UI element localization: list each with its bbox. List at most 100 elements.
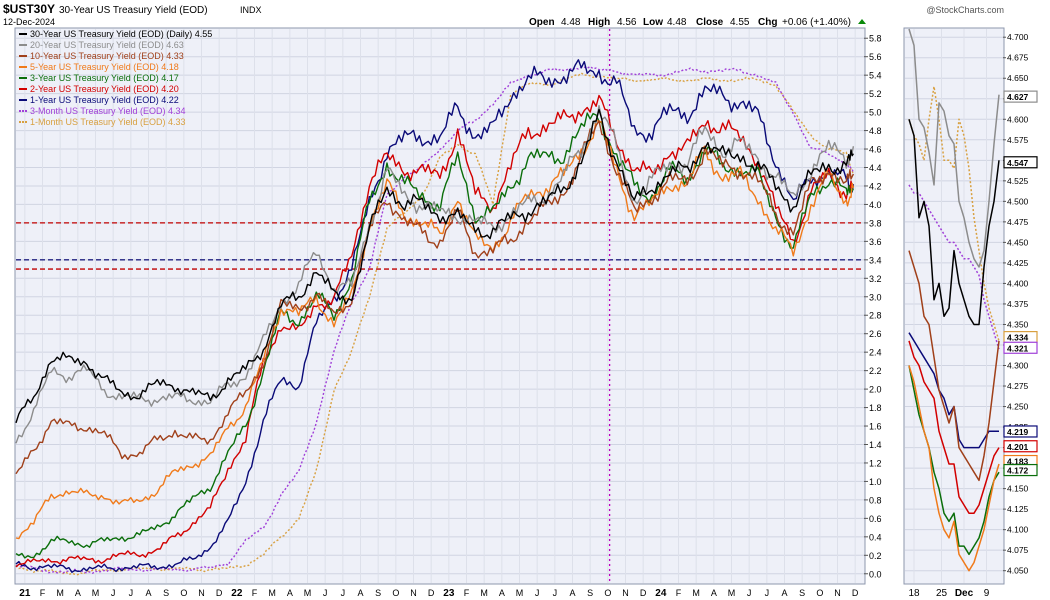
x-tick-label: M <box>516 588 524 598</box>
x-tick-label: J <box>323 588 328 598</box>
value-label-text: 4.627 <box>1007 92 1029 102</box>
value-label-text: 4.547 <box>1007 158 1029 168</box>
high-value: 4.56 <box>617 17 637 28</box>
y-tick-label: 4.350 <box>1007 319 1029 329</box>
x-tick-label: A <box>75 588 81 598</box>
y-tick-label: 2.4 <box>869 348 882 358</box>
value-label: 4.172 <box>1003 463 1038 477</box>
x-tick-label: F <box>464 588 470 598</box>
x-tick-label: M <box>268 588 276 598</box>
x-tick-label: 22 <box>231 588 243 599</box>
y-tick-label: 2.0 <box>869 385 882 395</box>
legend-entry: 20-Year US Treasury Yield (EOD) 4.63 <box>30 40 184 50</box>
watermark-label: @StockCharts.com <box>926 5 1004 15</box>
x-tick-label: J <box>111 588 116 598</box>
value-label-text: 4.219 <box>1007 427 1029 437</box>
x-tick-label: 21 <box>19 588 31 599</box>
x-tick-label: A <box>357 588 363 598</box>
value-label-text: 4.172 <box>1007 466 1029 476</box>
close-value: 4.55 <box>730 17 750 28</box>
x-tick-label: F <box>676 588 682 598</box>
y-tick-label: 4.300 <box>1007 361 1029 371</box>
y-tick-label: 4.125 <box>1007 504 1029 514</box>
legend-entry: 3-Month US Treasury Yield (EOD) 4.34 <box>30 106 186 116</box>
x-tick-label: M <box>304 588 312 598</box>
treasury-yield-chart: $UST30Y 30-Year US Treasury Yield (EOD) … <box>0 0 1050 600</box>
y-tick-label: 4.450 <box>1007 237 1029 247</box>
y-tick-label: 4.150 <box>1007 484 1029 494</box>
value-label: 4.201 <box>1003 440 1038 453</box>
y-tick-label: 5.6 <box>869 52 882 62</box>
x-tick-label: F <box>40 588 46 598</box>
x-tick-label: O <box>816 588 823 598</box>
value-label: 4.627 <box>1003 90 1038 103</box>
y-tick-label: 3.0 <box>869 292 882 302</box>
y-tick-label: 4.475 <box>1007 217 1029 227</box>
y-tick-label: 3.2 <box>869 274 882 284</box>
x-tick-label: S <box>163 588 169 598</box>
open-label: Open <box>529 17 555 28</box>
x-tick-label: N <box>622 588 629 598</box>
x-tick-label: 18 <box>908 588 920 599</box>
value-label-text: 4.334 <box>1007 333 1029 343</box>
y-tick-label: 4.500 <box>1007 196 1029 206</box>
legend-entry: 2-Year US Treasury Yield (EOD) 4.20 <box>30 84 179 94</box>
y-tick-label: 2.2 <box>869 366 882 376</box>
y-tick-label: 0.2 <box>869 551 882 561</box>
x-tick-label: A <box>569 588 575 598</box>
y-tick-label: 2.6 <box>869 329 882 339</box>
y-tick-label: 4.650 <box>1007 73 1029 83</box>
y-tick-label: 4.2 <box>869 181 882 191</box>
y-tick-label: 4.050 <box>1007 566 1029 576</box>
y-tick-label: 4.075 <box>1007 545 1029 555</box>
x-tick-label: O <box>604 588 611 598</box>
y-tick-label: 4.600 <box>1007 114 1029 124</box>
x-tick-label: 25 <box>936 588 948 599</box>
y-tick-label: 0.4 <box>869 532 882 542</box>
y-tick-label: 4.525 <box>1007 176 1029 186</box>
y-tick-label: 1.8 <box>869 403 882 413</box>
y-tick-label: 5.2 <box>869 89 882 99</box>
change-label: Chg <box>758 17 777 28</box>
x-tick-label: A <box>145 588 151 598</box>
ohlc-readout: Open 4.48 High 4.56 Low 4.48 Close 4.55 … <box>529 17 866 28</box>
y-tick-label: 4.400 <box>1007 278 1029 288</box>
y-tick-label: 4.100 <box>1007 525 1029 535</box>
x-tick-label: M <box>56 588 64 598</box>
x-tick-label: N <box>834 588 841 598</box>
x-tick-label: 24 <box>655 588 667 599</box>
x-tick-label: O <box>392 588 399 598</box>
value-label: 4.219 <box>1003 425 1038 438</box>
x-tick-label: S <box>587 588 593 598</box>
x-tick-label: Dec <box>955 588 974 599</box>
x-tick-label: M <box>728 588 736 598</box>
close-label: Close <box>696 17 724 28</box>
y-tick-label: 5.4 <box>869 71 882 81</box>
x-tick-label: S <box>375 588 381 598</box>
exchange-label: INDX <box>240 5 262 15</box>
low-label: Low <box>643 17 663 28</box>
x-tick-label: M <box>692 588 700 598</box>
x-tick-label: D <box>428 588 435 598</box>
value-label-text: 4.321 <box>1007 343 1029 353</box>
x-tick-label: J <box>341 588 346 598</box>
x-tick-label: D <box>216 588 223 598</box>
x-tick-label: J <box>553 588 558 598</box>
y-tick-label: 2.8 <box>869 311 882 321</box>
y-tick-label: 3.6 <box>869 237 882 247</box>
low-value: 4.48 <box>667 17 687 28</box>
y-tick-label: 5.8 <box>869 34 882 44</box>
legend-entry: 10-Year US Treasury Yield (EOD) 4.33 <box>30 51 184 61</box>
y-tick-label: 4.275 <box>1007 381 1029 391</box>
x-tick-label: M <box>92 588 100 598</box>
x-tick-label: D <box>640 588 647 598</box>
y-tick-label: 4.6 <box>869 145 882 155</box>
y-tick-label: 3.4 <box>869 255 882 265</box>
x-tick-label: 9 <box>984 588 990 599</box>
x-tick-label: A <box>711 588 717 598</box>
legend-entry: 30-Year US Treasury Yield (EOD) (Daily) … <box>30 29 212 39</box>
y-tick-label: 4.575 <box>1007 135 1029 145</box>
instrument-name: 30-Year US Treasury Yield (EOD) <box>59 5 208 16</box>
high-label: High <box>588 17 610 28</box>
y-tick-label: 4.375 <box>1007 299 1029 309</box>
